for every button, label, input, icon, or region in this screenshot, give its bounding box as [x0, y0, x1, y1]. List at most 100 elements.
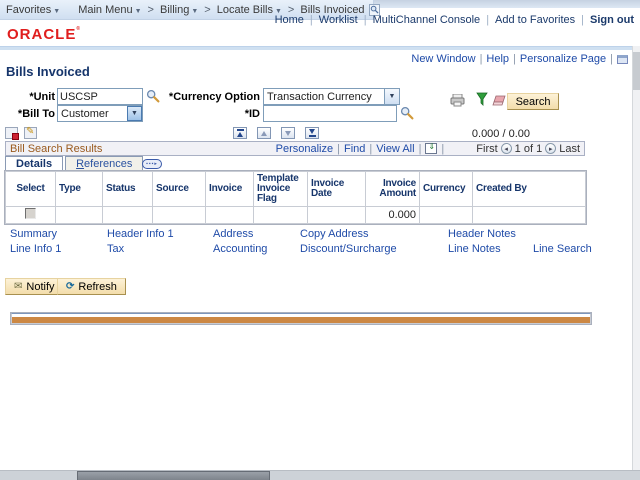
dropdown-arrow-icon[interactable] — [127, 106, 142, 121]
row-source-cell — [152, 206, 206, 224]
bill-to-label: *Bill To — [17, 108, 55, 120]
tab-details[interactable]: Details — [5, 156, 64, 171]
column-header-template-invoice-flag[interactable]: Template Invoice Flag — [253, 171, 308, 207]
id-input[interactable] — [263, 105, 397, 122]
line-search-link[interactable]: Line Search — [533, 243, 592, 255]
breadcrumb-locate-bills[interactable]: Locate Bills — [217, 4, 282, 16]
personalize-page-link[interactable]: Personalize Page — [520, 53, 606, 65]
header-separator-band — [0, 46, 640, 50]
nav-sign-out-link[interactable]: Sign out — [590, 14, 634, 26]
action-separator: | — [369, 142, 373, 155]
show-all-tabs-icon[interactable] — [142, 159, 162, 169]
utility-separator: | — [479, 53, 483, 65]
column-header-type[interactable]: Type — [55, 171, 103, 207]
header-info-1-link[interactable]: Header Info 1 — [107, 228, 174, 240]
accounting-link[interactable]: Accounting — [213, 243, 267, 255]
column-header-status[interactable]: Status — [102, 171, 153, 207]
breadcrumb-favorites-label: Favorites — [6, 3, 52, 16]
breadcrumb-main-menu-label: Main Menu — [78, 3, 133, 16]
filter-funnel-icon[interactable] — [476, 92, 488, 110]
discount-surcharge-link[interactable]: Discount/Surcharge — [300, 243, 397, 255]
bills-invoiced-screen: Favorites Main Menu > Billing > Locate B… — [0, 0, 640, 480]
page-utility-links: New Window | Help | Personalize Page | — [411, 53, 628, 65]
arrow-up-glyph — [237, 132, 243, 137]
new-window-icon[interactable] — [617, 54, 628, 64]
copy-address-link[interactable]: Copy Address — [300, 228, 368, 240]
address-link[interactable]: Address — [213, 228, 253, 240]
search-button[interactable]: Search — [507, 93, 559, 110]
summary-link[interactable]: Summary — [10, 228, 57, 240]
nav-worklist-link[interactable]: Worklist — [319, 14, 358, 26]
column-header-invoice[interactable]: Invoice — [205, 171, 254, 207]
bar-glyph — [308, 135, 316, 137]
vertical-scrollbar — [632, 46, 640, 470]
nav-separator: | — [486, 14, 490, 26]
funnel-glyph — [476, 92, 488, 106]
tab-references[interactable]: References — [65, 156, 144, 171]
header-notes-link[interactable]: Header Notes — [448, 228, 516, 240]
previous-page-icon[interactable] — [500, 143, 512, 154]
chevron-down-icon — [135, 8, 142, 15]
dropdown-arrow-icon[interactable] — [384, 89, 399, 104]
unit-lookup-icon[interactable] — [146, 89, 160, 103]
notify-button[interactable]: Notify — [5, 278, 64, 295]
unit-input[interactable] — [57, 88, 143, 105]
tab-details-label: Details — [16, 157, 53, 170]
select-all-rows-icon[interactable] — [5, 127, 19, 140]
row-type-cell — [55, 206, 103, 224]
row-select-checkbox[interactable] — [25, 208, 36, 219]
action-separator: | — [337, 142, 340, 155]
personalize-link[interactable]: Personalize — [276, 143, 333, 155]
column-header-currency[interactable]: Currency — [419, 171, 473, 207]
breadcrumb-billing[interactable]: Billing — [160, 4, 198, 16]
vertical-scrollbar-thumb[interactable] — [633, 52, 640, 90]
horizontal-scrollbar-thumb[interactable] — [77, 471, 270, 480]
envelope-icon — [14, 282, 22, 292]
new-window-link[interactable]: New Window — [411, 53, 475, 65]
column-header-invoice-date[interactable]: Invoice Date — [307, 171, 366, 207]
print-icon[interactable] — [450, 93, 465, 110]
action-separator: | — [418, 142, 422, 155]
download-to-excel-icon[interactable] — [425, 142, 438, 154]
row-select-cell — [5, 206, 56, 224]
line-notes-link[interactable]: Line Notes — [448, 243, 501, 255]
pager-first-label[interactable]: First — [476, 143, 497, 155]
clear-eraser-icon[interactable] — [492, 95, 507, 109]
refresh-button[interactable]: Refresh — [57, 278, 126, 295]
next-row-icon[interactable] — [281, 127, 295, 139]
refresh-button-label: Refresh — [78, 280, 117, 293]
column-header-created-by[interactable]: Created By — [472, 171, 586, 207]
arrow-up-glyph — [261, 130, 267, 136]
next-page-icon[interactable] — [545, 143, 557, 154]
utility-separator: | — [513, 53, 516, 65]
breadcrumb-separator: > — [204, 3, 211, 16]
row-invoice-cell — [205, 206, 254, 224]
breadcrumb-favorites[interactable]: Favorites — [6, 4, 60, 16]
zoom-grid-icon[interactable] — [10, 312, 592, 325]
nav-separator: | — [309, 14, 313, 26]
help-link[interactable]: Help — [486, 53, 509, 65]
column-header-source[interactable]: Source — [152, 171, 206, 207]
nav-home-link[interactable]: Home — [275, 14, 304, 26]
currency-option-select[interactable]: Transaction Currency — [263, 88, 400, 105]
breadcrumb-main-menu[interactable]: Main Menu — [78, 4, 141, 16]
previous-row-icon[interactable] — [257, 127, 271, 139]
id-lookup-icon[interactable] — [400, 106, 414, 120]
magnifier-glyph — [146, 89, 160, 103]
tax-link[interactable]: Tax — [107, 243, 124, 255]
find-link[interactable]: Find — [344, 143, 365, 155]
line-info-1-link[interactable]: Line Info 1 — [10, 243, 61, 255]
row-template-invoice-flag-cell — [253, 206, 308, 224]
id-label: *ID — [244, 108, 260, 120]
column-header-select[interactable]: Select — [5, 171, 56, 207]
pager-last-label[interactable]: Last — [559, 143, 580, 155]
nav-multichannel-console-link[interactable]: MultiChannel Console — [373, 14, 481, 26]
scroll-to-top-icon[interactable] — [233, 127, 247, 139]
column-header-invoice-amount[interactable]: Invoice Amount — [365, 171, 420, 207]
edit-rows-icon[interactable] — [24, 126, 37, 139]
scroll-to-bottom-icon[interactable] — [305, 127, 319, 139]
bill-to-select[interactable]: Customer — [57, 105, 143, 122]
view-all-link[interactable]: View All — [376, 143, 414, 155]
page-title: Bills Invoiced — [6, 64, 90, 79]
nav-add-to-favorites-link[interactable]: Add to Favorites — [495, 14, 575, 26]
